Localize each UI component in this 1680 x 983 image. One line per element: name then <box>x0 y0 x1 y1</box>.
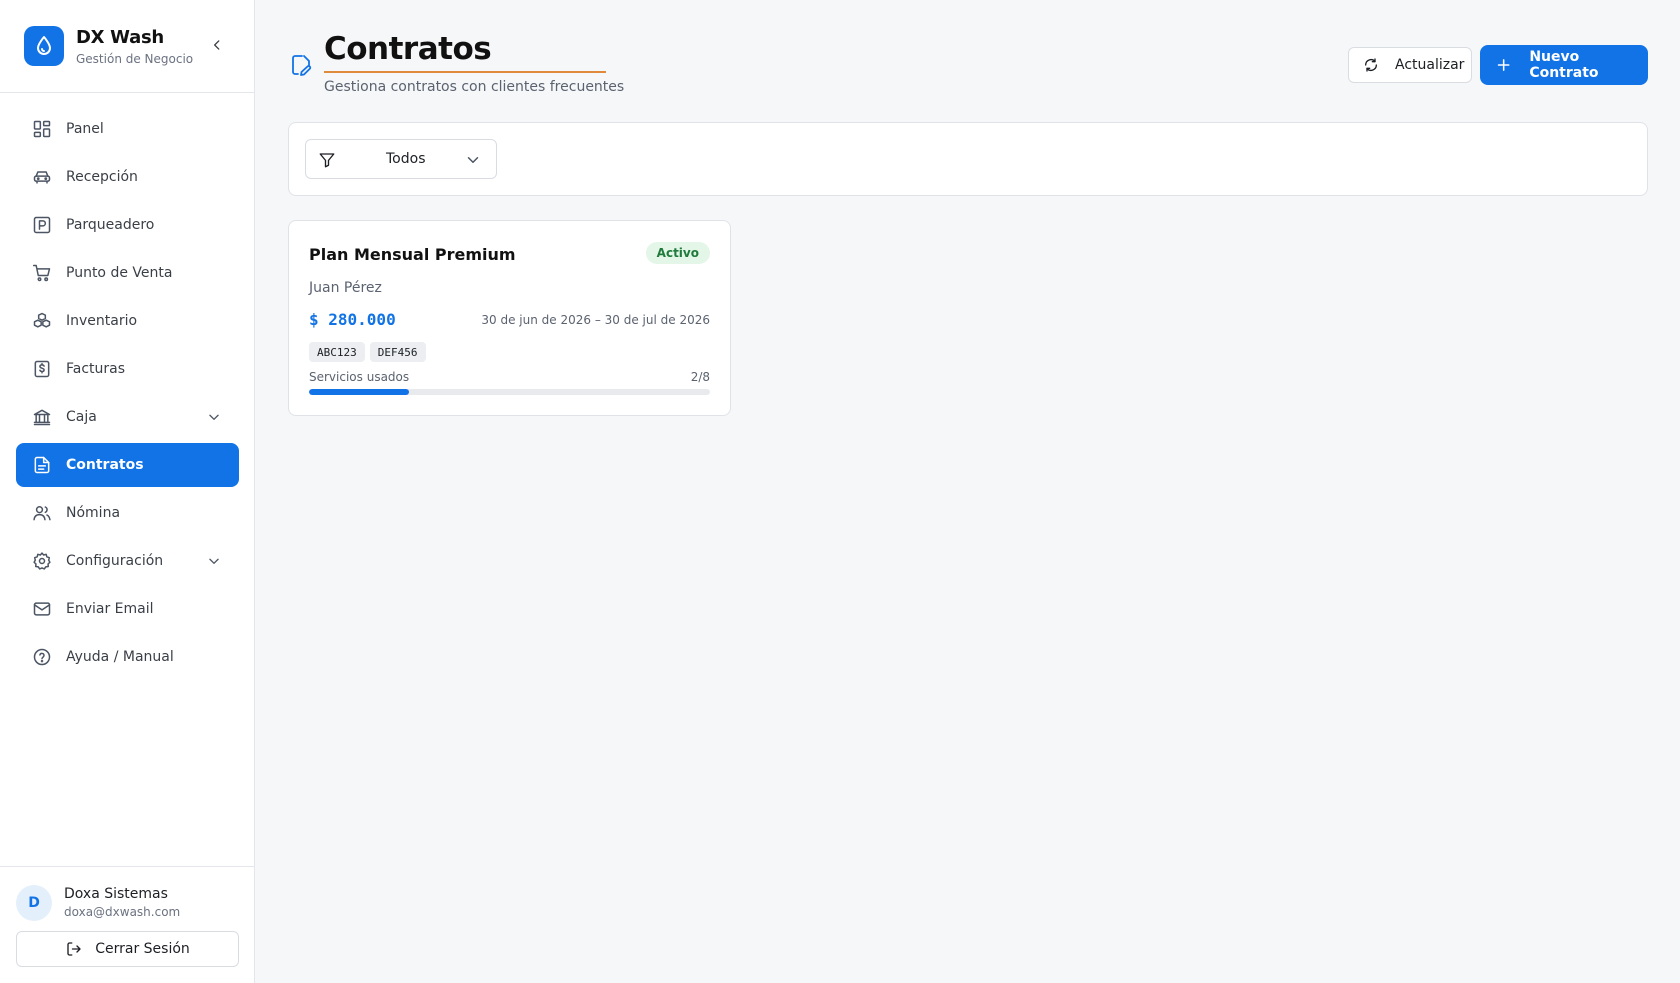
sidebar-item-facturas[interactable]: Facturas <box>16 347 239 391</box>
sidebar-item-recepcion[interactable]: Recepción <box>16 155 239 199</box>
plate-tag: DEF456 <box>369 342 426 362</box>
contract-client: Juan Pérez <box>309 280 382 296</box>
new-contract-button[interactable]: Nuevo Contrato <box>1480 45 1648 85</box>
sidebar-item-label: Caja <box>66 409 97 425</box>
plate-tag: ABC123 <box>309 342 365 362</box>
sidebar-item-enviar-email[interactable]: Enviar Email <box>16 587 239 631</box>
status-badge: Activo <box>645 242 710 264</box>
water-drop-logo-icon <box>24 26 64 66</box>
contract-title: Plan Mensual Premium <box>309 245 516 264</box>
chevron-left-icon <box>214 40 220 50</box>
logout-icon <box>67 942 81 956</box>
sidebar-item-label: Nómina <box>66 505 121 521</box>
chevron-down-icon <box>467 157 479 163</box>
dashboard-icon <box>32 119 52 139</box>
sidebar-nav: Panel Recepción Parqueadero Punto de Ven… <box>16 107 239 683</box>
contract-dates: 30 de jun de 2026 – 30 de jul de 2026 <box>481 313 710 327</box>
user-panel: D Doxa Sistemas doxa@dxwash.com Cerrar S… <box>0 866 255 983</box>
sidebar-item-label: Parqueadero <box>66 217 155 233</box>
sidebar-item-label: Contratos <box>66 457 144 473</box>
user-email: doxa@dxwash.com <box>64 905 181 919</box>
document-icon <box>32 455 52 475</box>
logout-button[interactable]: Cerrar Sesión <box>16 931 239 967</box>
filter-bar: Todos <box>288 122 1648 196</box>
usage-progress-bar <box>309 389 710 395</box>
users-icon <box>32 503 52 523</box>
sidebar-item-panel[interactable]: Panel <box>16 107 239 151</box>
gear-icon <box>32 551 52 571</box>
page-subtitle: Gestiona contratos con clientes frecuent… <box>324 79 625 95</box>
vehicle-plates: ABC123 DEF456 <box>309 342 431 362</box>
sidebar-item-label: Recepción <box>66 169 138 185</box>
parking-icon <box>32 215 52 235</box>
user-name: Doxa Sistemas <box>64 886 168 902</box>
cart-icon <box>32 263 52 283</box>
sidebar-item-parqueadero[interactable]: Parqueadero <box>16 203 239 247</box>
refresh-button[interactable]: Actualizar <box>1348 47 1472 83</box>
status-filter-select[interactable]: Todos <box>305 139 497 179</box>
sidebar-item-contratos[interactable]: Contratos <box>16 443 239 487</box>
brand-header: DX Wash Gestión de Negocio <box>0 0 254 93</box>
logout-label: Cerrar Sesión <box>95 941 190 957</box>
contract-card[interactable]: Plan Mensual Premium Activo Juan Pérez $… <box>288 220 731 416</box>
refresh-icon <box>1365 58 1377 72</box>
collapse-sidebar-button[interactable] <box>208 36 226 54</box>
contract-amount: $ 280.000 <box>309 310 396 329</box>
sidebar-item-nomina[interactable]: Nómina <box>16 491 239 535</box>
help-icon <box>32 647 52 667</box>
bank-icon <box>32 407 52 427</box>
sidebar-item-label: Facturas <box>66 361 126 377</box>
mail-icon <box>32 599 52 619</box>
avatar: D <box>16 885 52 921</box>
sidebar-item-caja[interactable]: Caja <box>16 395 239 439</box>
usage-progress-fill <box>309 389 410 395</box>
boxes-icon <box>32 311 52 331</box>
sidebar-item-label: Inventario <box>66 313 138 329</box>
new-contract-label: Nuevo Contrato <box>1529 49 1599 81</box>
car-icon <box>32 167 52 187</box>
sidebar-item-label: Ayuda / Manual <box>66 649 174 665</box>
brand-subtitle: Gestión de Negocio <box>76 52 194 66</box>
filter-icon <box>319 153 335 168</box>
sidebar-item-inventario[interactable]: Inventario <box>16 299 239 343</box>
sidebar-item-label: Enviar Email <box>66 601 154 617</box>
plus-icon <box>1497 59 1510 71</box>
brand-name: DX Wash <box>76 27 164 48</box>
chevron-down-icon[interactable] <box>205 552 223 570</box>
sidebar-item-punto-de-venta[interactable]: Punto de Venta <box>16 251 239 295</box>
title-underline <box>324 71 606 73</box>
refresh-label: Actualizar <box>1395 57 1465 73</box>
filter-value: Todos <box>386 151 426 167</box>
receipt-icon <box>32 359 52 379</box>
sidebar-item-label: Panel <box>66 121 104 137</box>
page-title: Contratos <box>324 31 492 67</box>
usage-count: 2/8 <box>690 370 710 384</box>
chevron-down-icon[interactable] <box>205 408 223 426</box>
sidebar-item-label: Punto de Venta <box>66 265 173 281</box>
usage-label: Servicios usados <box>309 370 410 384</box>
sidebar-item-configuracion[interactable]: Configuración <box>16 539 239 583</box>
sidebar-item-ayuda[interactable]: Ayuda / Manual <box>16 635 239 679</box>
sidebar-item-label: Configuración <box>66 553 164 569</box>
edit-document-icon <box>292 55 312 76</box>
sidebar: DX Wash Gestión de Negocio Panel Recepci… <box>0 0 255 983</box>
main-content: Contratos Gestiona contratos con cliente… <box>256 0 1680 983</box>
